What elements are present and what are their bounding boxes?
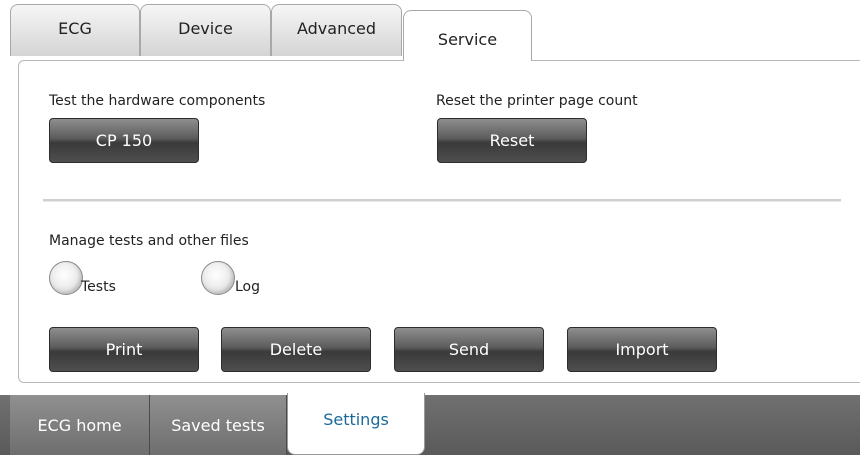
tab-ecg[interactable]: ECG	[10, 4, 140, 56]
top-tab-bar: ECG Device Advanced Service	[0, 0, 860, 61]
service-panel: Test the hardware components CP 150 Rese…	[18, 60, 860, 383]
tab-advanced-label: Advanced	[296, 19, 377, 38]
tab-advanced[interactable]: Advanced	[271, 4, 402, 56]
log-radio[interactable]	[201, 261, 235, 295]
tab-device-label: Device	[178, 19, 233, 38]
tests-radio-label: Tests	[81, 279, 116, 295]
tab-device[interactable]: Device	[140, 4, 271, 56]
cp150-button[interactable]: CP 150	[49, 118, 199, 163]
nav-saved-tests[interactable]: Saved tests	[150, 395, 287, 455]
nav-settings-label: Settings	[323, 410, 389, 429]
tab-service-label: Service	[437, 29, 498, 49]
reset-button[interactable]: Reset	[437, 118, 587, 163]
nav-settings[interactable]: Settings	[287, 393, 425, 455]
bottom-nav-bar: ECG home Saved tests Settings	[0, 393, 860, 455]
tab-ecg-label: ECG	[58, 19, 92, 38]
nav-ecg-home-label: ECG home	[37, 415, 122, 435]
send-button[interactable]: Send	[394, 327, 544, 372]
printer-reset-label: Reset the printer page count	[436, 93, 638, 109]
import-button[interactable]: Import	[567, 327, 717, 372]
hardware-test-label: Test the hardware components	[49, 93, 266, 109]
tab-service[interactable]: Service	[403, 10, 532, 61]
section-divider	[43, 199, 841, 202]
nav-ecg-home[interactable]: ECG home	[10, 395, 150, 455]
log-radio-label: Log	[235, 279, 261, 295]
print-button[interactable]: Print	[49, 327, 199, 372]
delete-button[interactable]: Delete	[221, 327, 371, 372]
manage-files-label: Manage tests and other files	[49, 233, 249, 249]
nav-saved-tests-label: Saved tests	[171, 415, 265, 435]
tests-radio[interactable]	[49, 261, 83, 295]
